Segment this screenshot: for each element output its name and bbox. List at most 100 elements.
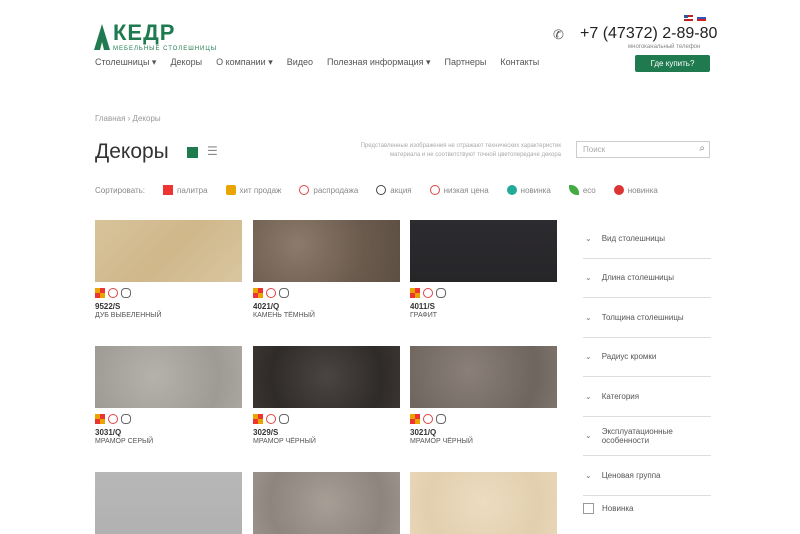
palette-icon: [95, 287, 105, 298]
palette-icon: [95, 413, 105, 424]
low-price-icon: [429, 185, 440, 195]
sidebar-item-features[interactable]: ⌄ Эксплуатационные особенности: [583, 417, 711, 456]
list-view-icon[interactable]: ☰: [207, 144, 218, 158]
decor-badges: [410, 412, 557, 425]
chevron-down-icon: ⌄: [585, 312, 592, 322]
new-checkbox-label: Новинка: [602, 504, 634, 513]
filter-hit[interactable]: хит продаж: [225, 185, 281, 195]
filter-bar: Сортировать: палитра хит продаж распрода…: [95, 185, 710, 195]
decor-badges: [253, 412, 400, 425]
search-placeholder: Поиск: [583, 145, 606, 154]
filter-palette[interactable]: палитра: [163, 185, 208, 195]
sale-icon: [266, 413, 276, 424]
palette-icon: [410, 287, 420, 298]
logo[interactable]: КЕДР МЕБЕЛЬНЫЕ СТОЛЕШНИЦЫ: [93, 20, 223, 56]
sale-icon: [266, 287, 276, 298]
page-title: Декоры: [95, 140, 169, 163]
decor-name[interactable]: МРАМОР ЧЁРНЫЙ: [253, 438, 400, 445]
sort-label: Сортировать:: [95, 185, 146, 195]
clock-icon: [376, 185, 387, 195]
sale-icon: [108, 413, 118, 424]
search-input[interactable]: Поиск ⌕: [576, 141, 710, 158]
decor-card[interactable]: 9522/S ДУБ ВЫБЕЛЕННЫЙ: [95, 220, 242, 319]
nav-item-decors[interactable]: Декоры: [170, 57, 202, 68]
sidebar-item-thickness[interactable]: ⌄ Толщина столешницы: [583, 298, 711, 338]
phone-icon: ✆: [553, 27, 564, 42]
nav-item-contacts[interactable]: Контакты: [500, 57, 539, 68]
us-flag-icon[interactable]: [684, 15, 693, 21]
wear-resistant-icon: [436, 287, 446, 298]
filter-sidebar: ⌄ Вид столешницы ⌄ Длина столешницы ⌄ Толщи…: [583, 219, 711, 496]
filter-action[interactable]: акция: [376, 185, 412, 195]
chevron-down-icon: ⌄: [585, 352, 592, 362]
logo-subtitle: МЕБЕЛЬНЫЕ СТОЛЕШНИЦЫ: [113, 46, 218, 52]
decor-name[interactable]: ГРАФИТ: [410, 312, 557, 319]
decor-card[interactable]: [410, 472, 557, 534]
new-checkbox-row[interactable]: Новинка: [583, 503, 634, 514]
sidebar-item-radius[interactable]: ⌄ Радиус кромки: [583, 338, 711, 377]
wear-resistant-icon: [436, 413, 446, 424]
decor-texture-image[interactable]: [95, 472, 242, 534]
decor-card[interactable]: 3031/Q МРАМОР СЕРЫЙ: [95, 346, 242, 445]
filter-low-price[interactable]: низкая цена: [429, 185, 489, 195]
wear-resistant-icon: [121, 413, 131, 424]
chevron-down-icon: ⌄: [585, 431, 592, 441]
decor-code: 4011/S: [410, 302, 435, 311]
decor-code: 9522/S: [95, 302, 121, 311]
decor-card[interactable]: [253, 472, 400, 534]
decor-code: 3029/S: [253, 428, 279, 437]
decor-name[interactable]: ДУБ ВЫБЕЛЕННЫЙ: [95, 312, 242, 319]
ru-flag-icon[interactable]: [697, 15, 706, 21]
decor-texture-image[interactable]: [253, 472, 400, 534]
filter-eco[interactable]: eco: [568, 185, 596, 195]
decor-name[interactable]: КАМЕНЬ ТЁМНЫЙ: [253, 312, 400, 319]
nav-item-info[interactable]: Полезная информация ▾: [327, 57, 431, 68]
new-checkbox[interactable]: [583, 503, 594, 514]
grid-view-icon[interactable]: [187, 147, 198, 158]
logo-text: КЕДР: [113, 20, 176, 45]
decor-texture-image[interactable]: [95, 220, 242, 282]
nav-item-about[interactable]: О компании ▾: [216, 57, 273, 68]
decor-name[interactable]: МРАМОР СЕРЫЙ: [95, 438, 242, 445]
phone-number[interactable]: +7 (47372) 2-89-80: [580, 25, 717, 43]
filter-new-badge[interactable]: новинка: [613, 185, 658, 195]
decor-card[interactable]: [95, 472, 242, 534]
breadcrumb[interactable]: Главная › Декоры: [95, 114, 161, 123]
palette-icon: [253, 287, 263, 298]
decor-texture-image[interactable]: [253, 346, 400, 408]
wear-resistant-icon: [279, 287, 289, 298]
decor-code: 3031/Q: [95, 428, 122, 437]
nav-item-stoleshnitsy[interactable]: Столешницы ▾: [95, 57, 156, 68]
sidebar-item-category[interactable]: ⌄ Категория: [583, 377, 711, 417]
decor-texture-image[interactable]: [410, 472, 557, 534]
main-nav: Столешницы ▾ Декоры О компании ▾ Видео П…: [95, 57, 553, 68]
sidebar-item-price-group[interactable]: ⌄ Ценовая группа: [583, 456, 711, 496]
decor-name[interactable]: МРАМОР ЧЁРНЫЙ: [410, 438, 557, 445]
hit-icon: [225, 185, 236, 195]
decor-card[interactable]: 3021/Q МРАМОР ЧЁРНЫЙ: [410, 346, 557, 445]
filter-new[interactable]: новинка: [506, 185, 551, 195]
where-to-buy-button[interactable]: Где купить?: [635, 55, 710, 72]
nav-item-video[interactable]: Видео: [287, 57, 313, 68]
decor-texture-image[interactable]: [410, 346, 557, 408]
chevron-down-icon: ⌄: [585, 391, 592, 401]
palette-icon: [253, 413, 263, 424]
decor-card[interactable]: 3029/S МРАМОР ЧЁРНЫЙ: [253, 346, 400, 445]
sale-icon: [299, 185, 310, 195]
palette-icon: [410, 413, 420, 424]
decor-texture-image[interactable]: [253, 220, 400, 282]
filter-sale[interactable]: распродажа: [299, 185, 358, 195]
decor-badges: [95, 286, 242, 299]
sale-icon: [108, 287, 118, 298]
sidebar-item-length[interactable]: ⌄ Длина столешницы: [583, 259, 711, 298]
decor-card[interactable]: 4021/Q КАМЕНЬ ТЁМНЫЙ: [253, 220, 400, 319]
star-badge-icon: [613, 185, 624, 195]
phone-note: многоканальный телефон: [628, 44, 701, 50]
search-icon[interactable]: ⌕: [699, 143, 705, 154]
decor-card[interactable]: 4011/S ГРАФИТ: [410, 220, 557, 319]
decor-code: 3021/Q: [410, 428, 437, 437]
decor-texture-image[interactable]: [410, 220, 557, 282]
decor-texture-image[interactable]: [95, 346, 242, 408]
nav-item-partners[interactable]: Партнеры: [445, 57, 487, 68]
sidebar-item-type[interactable]: ⌄ Вид столешницы: [583, 219, 711, 259]
